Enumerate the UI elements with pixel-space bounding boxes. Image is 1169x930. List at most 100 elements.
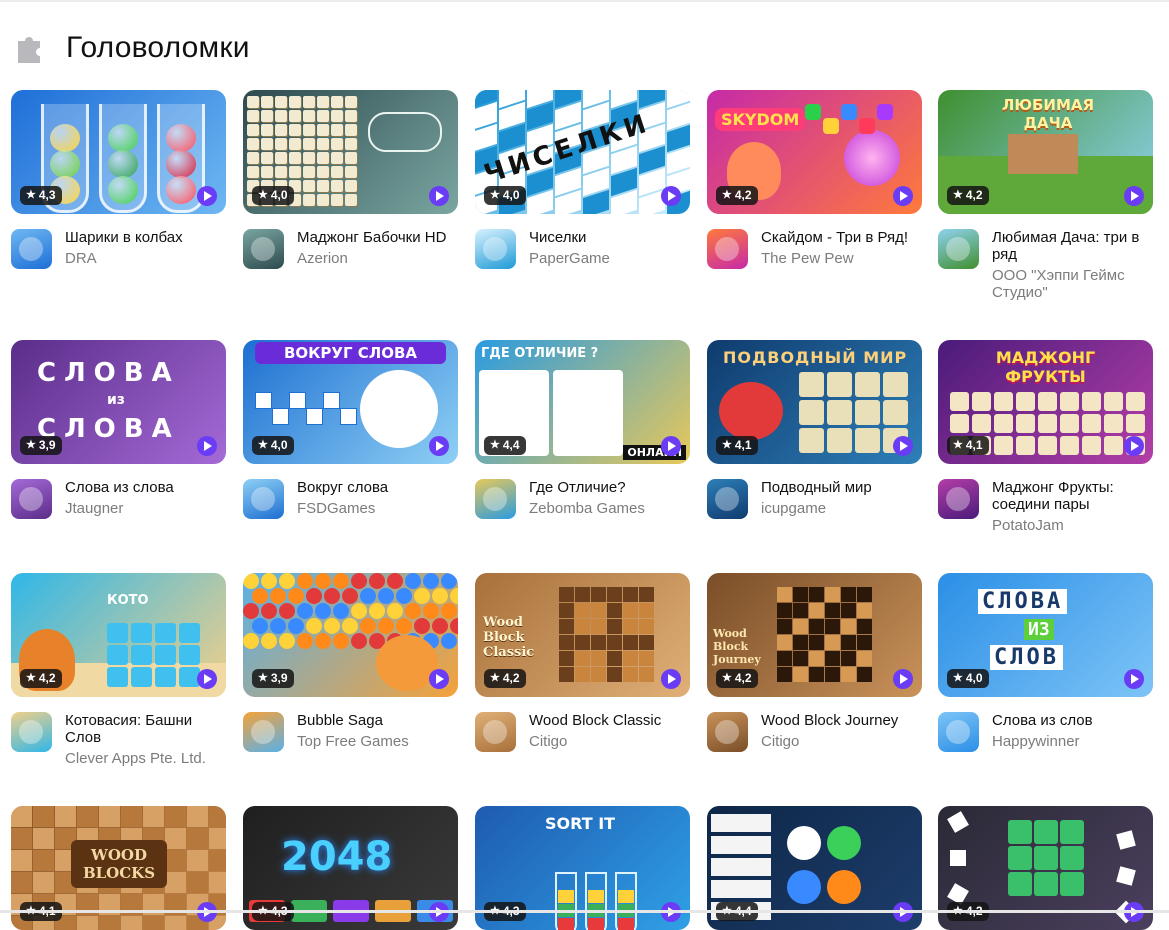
game-card[interactable]: ПОДВОДНЫЙ МИР ★ 4,1 Подводный мир icupgame (707, 340, 922, 519)
game-app-icon[interactable] (707, 479, 748, 519)
game-thumbnail[interactable]: ВОКРУГ СЛОВА ★ 4,0 (243, 340, 458, 464)
game-card[interactable]: ГДЕ ОТЛИЧИЕ ? ОНЛАЙН ★ 4,4 Где Отличие? Zebom… (475, 340, 690, 519)
game-developer[interactable]: The Pew Pew (761, 250, 922, 267)
game-title[interactable]: Слова из слова (65, 479, 226, 496)
wood-tile (11, 828, 32, 849)
game-developer[interactable]: PaperGame (529, 250, 690, 267)
game-thumbnail[interactable]: КОТО ★ 4,2 (11, 573, 226, 697)
play-icon[interactable] (1124, 669, 1144, 689)
game-app-icon[interactable] (938, 479, 979, 519)
game-developer[interactable]: PotatoJam (992, 517, 1153, 534)
game-card[interactable]: МАДЖОНГ ФРУКТЫ ★ 4,1 Маджонг Фрукты: соедин… (938, 340, 1153, 534)
game-thumbnail[interactable]: ЛЮБИМАЯ ДАЧА ★ 4,2 (938, 90, 1153, 214)
tile (950, 392, 969, 411)
game-title[interactable]: Маджонг Фрукты: соедини пары (992, 479, 1153, 513)
play-icon[interactable] (429, 669, 449, 689)
game-card[interactable]: Wood Block Journey ★ 4,2 Wood Block Journey… (707, 573, 922, 752)
play-icon[interactable] (197, 186, 217, 206)
game-title[interactable]: Котовасия: Башни Слов (65, 712, 226, 746)
game-title[interactable]: Где Отличие? (529, 479, 690, 496)
play-icon[interactable] (893, 669, 913, 689)
play-icon[interactable] (893, 436, 913, 456)
game-card[interactable]: ЧИСЕЛКИ ★ 4,0 Чиселки PaperGame (475, 90, 690, 269)
game-thumbnail[interactable]: ПОДВОДНЫЙ МИР ★ 4,1 (707, 340, 922, 464)
game-thumbnail[interactable]: СЛОВА ИЗ СЛОВ ★ 4,0 (938, 573, 1153, 697)
game-thumbnail[interactable]: ★ 3,9 (243, 573, 458, 697)
play-icon[interactable] (893, 186, 913, 206)
play-icon[interactable] (197, 669, 217, 689)
game-developer[interactable]: Clever Apps Pte. Ltd. (65, 750, 226, 767)
game-developer[interactable]: Happywinner (992, 733, 1153, 750)
game-card[interactable]: СЛОВА из СЛОВА ★ 3,9 Слова из слова Jtaugner (11, 340, 226, 519)
play-icon[interactable] (661, 436, 681, 456)
game-title[interactable]: Bubble Saga (297, 712, 458, 729)
game-developer[interactable]: Citigo (761, 733, 922, 750)
game-app-icon[interactable] (475, 479, 516, 519)
game-title[interactable]: Маджонг Бабочки HD (297, 229, 458, 246)
play-icon[interactable] (661, 186, 681, 206)
game-thumbnail[interactable]: МАДЖОНГ ФРУКТЫ ★ 4,1 (938, 340, 1153, 464)
game-thumbnail[interactable]: Wood Block Classic ★ 4,2 (475, 573, 690, 697)
game-developer[interactable]: ООО "Хэппи Геймс Студио" (992, 267, 1153, 301)
play-icon[interactable] (1124, 436, 1144, 456)
play-icon[interactable] (197, 436, 217, 456)
game-title[interactable]: Подводный мир (761, 479, 922, 496)
play-icon[interactable] (661, 669, 681, 689)
game-thumbnail[interactable]: ★ 4,3 (11, 90, 226, 214)
game-title[interactable]: Вокруг слова (297, 479, 458, 496)
game-developer[interactable]: DRA (65, 250, 226, 267)
game-title[interactable]: Wood Block Classic (529, 712, 690, 729)
wood-block (825, 587, 840, 602)
game-card[interactable]: ВОКРУГ СЛОВА ★ 4,0 Вокруг слова FSDGames (243, 340, 458, 519)
game-developer[interactable]: Azerion (297, 250, 458, 267)
game-title[interactable]: Wood Block Journey (761, 712, 922, 729)
game-app-icon[interactable] (243, 479, 284, 519)
game-title[interactable]: Слова из слов (992, 712, 1153, 729)
game-title[interactable]: Чиселки (529, 229, 690, 246)
game-thumbnail[interactable]: ЧИСЕЛКИ ★ 4,0 (475, 90, 690, 214)
game-developer[interactable]: Jtaugner (65, 500, 226, 517)
game-developer[interactable]: Top Free Games (297, 733, 458, 750)
game-thumbnail[interactable]: Wood Block Journey ★ 4,2 (707, 573, 922, 697)
game-card[interactable]: ★ 4,3 Шарики в колбах DRA (11, 90, 226, 269)
play-icon[interactable] (429, 186, 449, 206)
game-app-icon[interactable] (938, 712, 979, 752)
bubble (387, 573, 403, 589)
game-developer[interactable]: Citigo (529, 733, 690, 750)
game-app-icon[interactable] (938, 229, 979, 269)
game-app-icon[interactable] (707, 229, 748, 269)
game-thumbnail[interactable]: ★ 4,0 (243, 90, 458, 214)
tile (1104, 392, 1123, 411)
play-icon[interactable] (429, 436, 449, 456)
game-thumbnail[interactable]: SKYDOM ★ 4,2 (707, 90, 922, 214)
play-icon[interactable] (1124, 186, 1144, 206)
game-title[interactable]: Шарики в колбах (65, 229, 226, 246)
game-app-icon[interactable] (475, 712, 516, 752)
game-app-icon[interactable] (11, 712, 52, 752)
game-thumbnail[interactable]: СЛОВА из СЛОВА ★ 3,9 (11, 340, 226, 464)
game-card[interactable]: ЛЮБИМАЯ ДАЧА ★ 4,2 Любимая Дача: три в ряд О… (938, 90, 1153, 301)
game-app-icon[interactable] (11, 479, 52, 519)
game-app-icon[interactable] (475, 229, 516, 269)
game-thumbnail[interactable]: ГДЕ ОТЛИЧИЕ ? ОНЛАЙН ★ 4,4 (475, 340, 690, 464)
tile (799, 400, 824, 425)
game-info: Скайдом - Три в Ряд! The Pew Pew (707, 229, 922, 269)
game-card[interactable]: Wood Block Classic ★ 4,2 Wood Block Classic… (475, 573, 690, 752)
game-developer[interactable]: FSDGames (297, 500, 458, 517)
game-card[interactable]: СЛОВА ИЗ СЛОВ ★ 4,0 Слова из слов Happywinner (938, 573, 1153, 752)
game-developer[interactable]: icupgame (761, 500, 922, 517)
game-app-icon[interactable] (707, 712, 748, 752)
bubble (423, 603, 439, 619)
game-card[interactable]: ★ 3,9 Bubble Saga Top Free Games (243, 573, 458, 752)
game-card[interactable]: КОТО ★ 4,2 Котовасия: Башни Слов Clever Apps… (11, 573, 226, 767)
game-developer[interactable]: Zebomba Games (529, 500, 690, 517)
game-app-icon[interactable] (243, 229, 284, 269)
game-title[interactable]: Скайдом - Три в Ряд! (761, 229, 922, 246)
game-card[interactable]: SKYDOM ★ 4,2 Скайдом - Три в Ряд! The Pew Pe… (707, 90, 922, 269)
game-title[interactable]: Любимая Дача: три в ряд (992, 229, 1153, 263)
game-card[interactable]: ★ 4,0 Маджонг Бабочки HD Azerion (243, 90, 458, 269)
letter-circle (827, 826, 861, 860)
game-app-icon[interactable] (11, 229, 52, 269)
mahjong-tile (317, 96, 329, 108)
game-app-icon[interactable] (243, 712, 284, 752)
